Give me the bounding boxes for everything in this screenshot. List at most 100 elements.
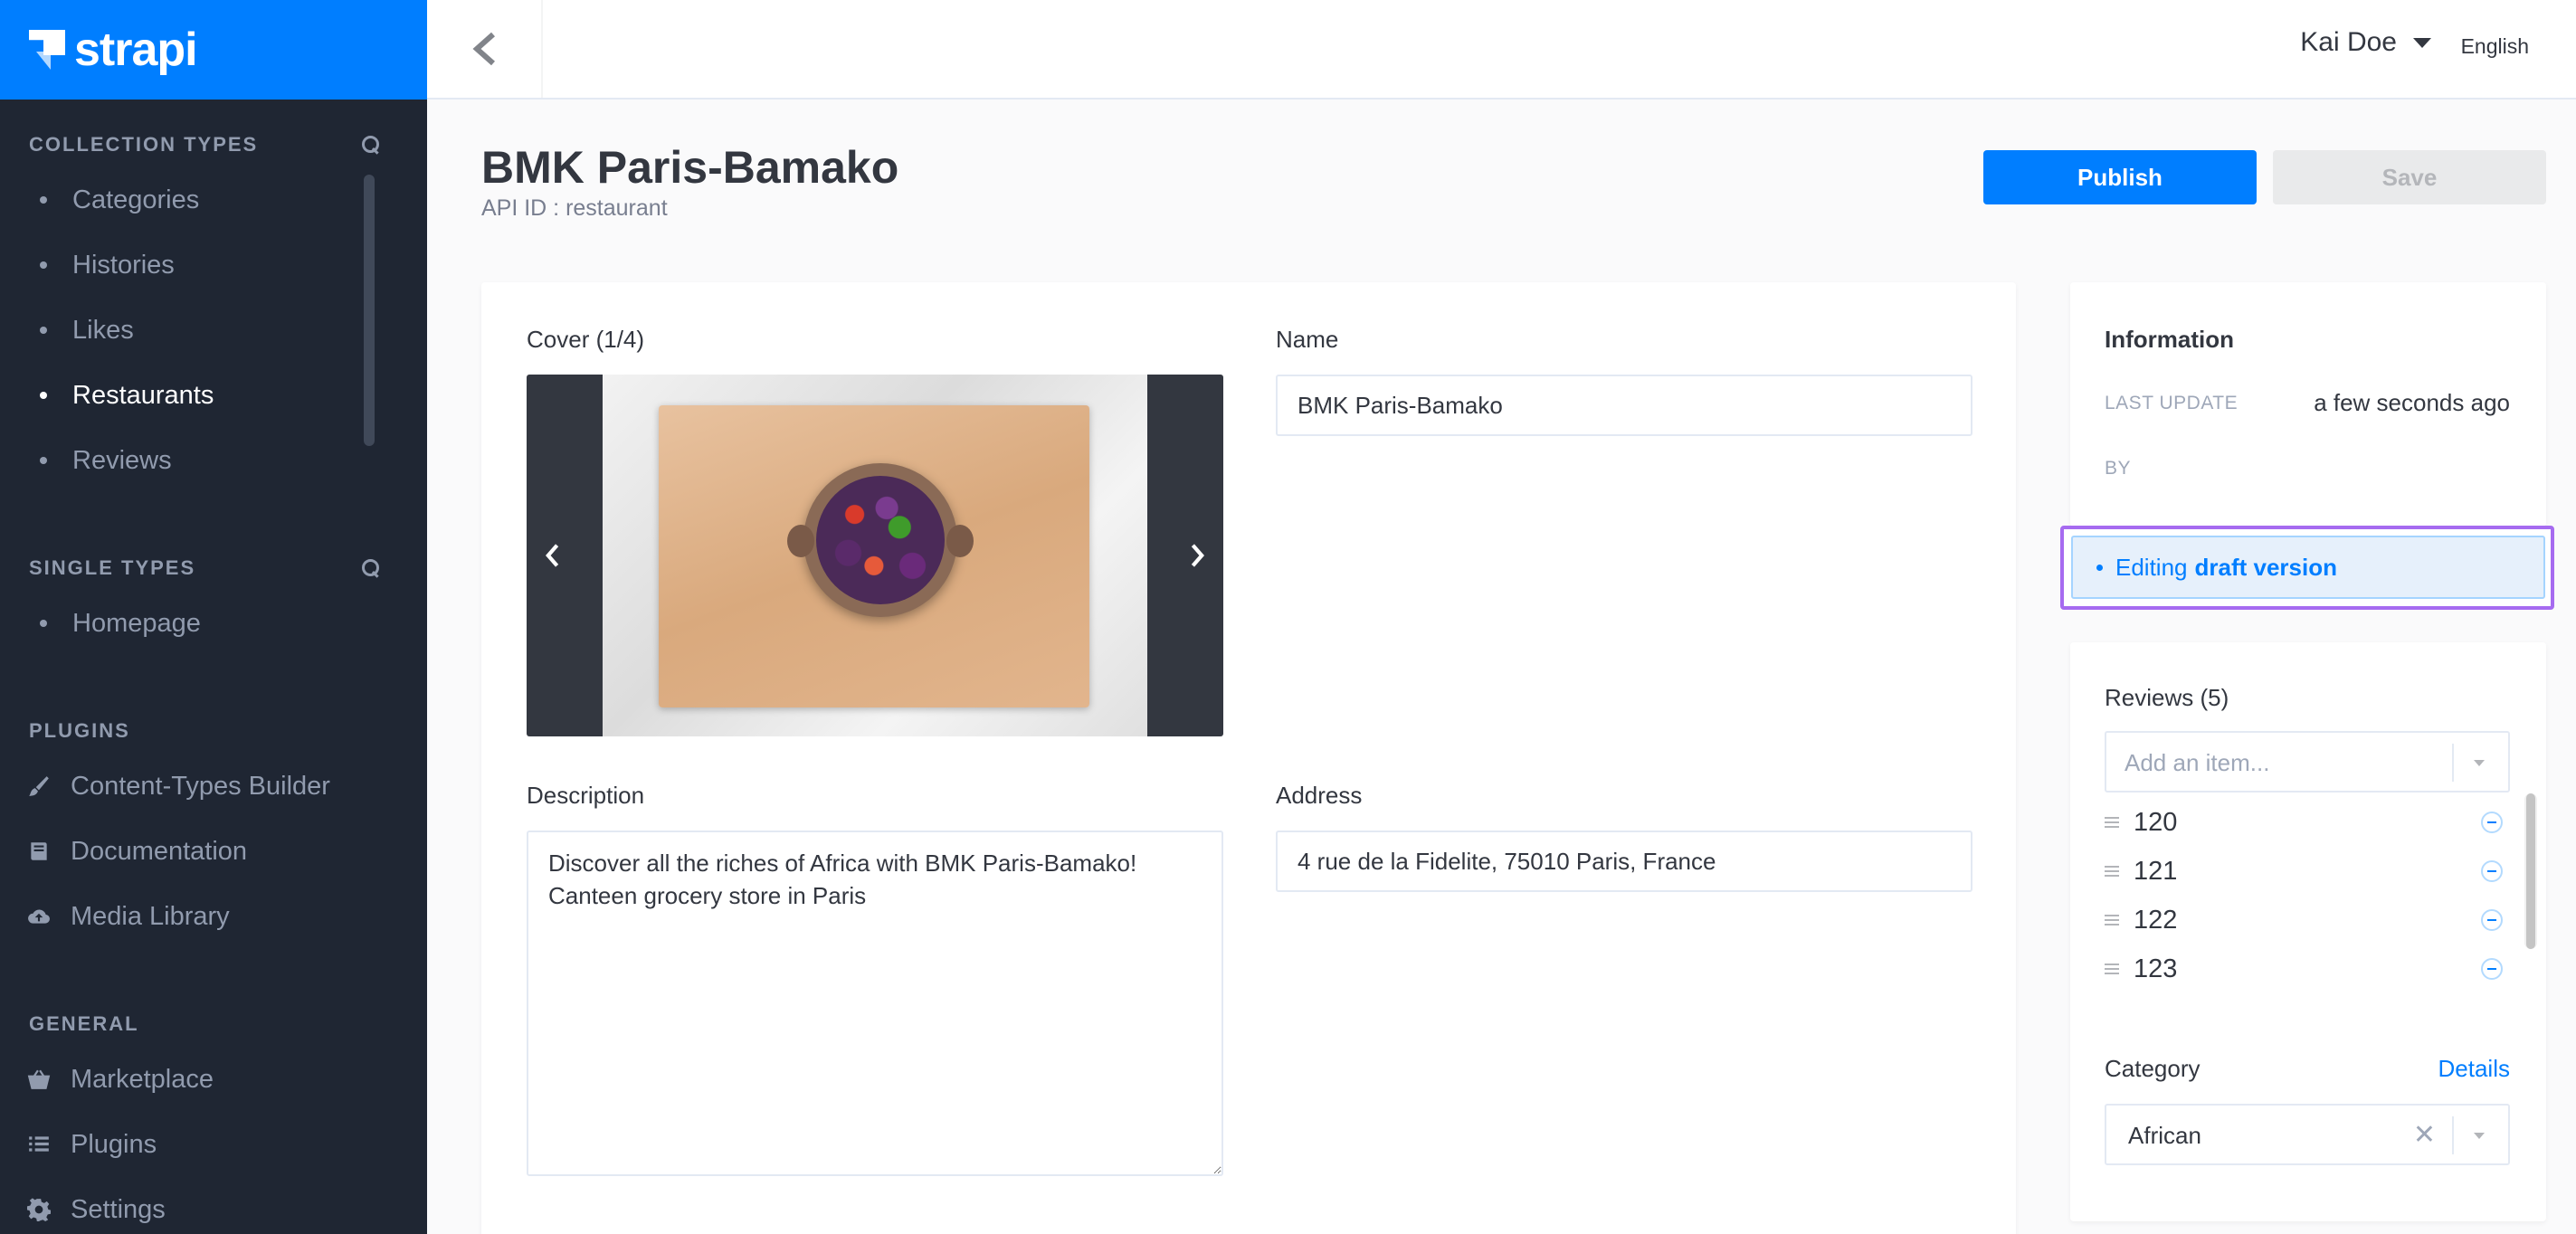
user-menu[interactable]: Kai Doe <box>2300 27 2431 58</box>
page-subtitle: API ID : restaurant <box>481 195 668 221</box>
sidebar-item-homepage[interactable]: Homepage <box>0 591 427 656</box>
review-item-label: 122 <box>2134 905 2178 935</box>
language-switcher[interactable]: English <box>2461 34 2529 59</box>
review-item-label: 123 <box>2134 954 2178 983</box>
review-item-label: 121 <box>2134 856 2178 886</box>
plugins-heading: PLUGINS <box>0 717 427 745</box>
remove-icon[interactable] <box>2481 958 2503 980</box>
remove-icon[interactable] <box>2481 860 2503 882</box>
sidebar-item-label: Documentation <box>71 836 248 866</box>
general-heading: GENERAL <box>0 1011 427 1038</box>
edit-form-card: Cover (1/4) Name BMK Paris-Bamako Descri… <box>481 282 2016 1234</box>
collection-types-heading: COLLECTION TYPES <box>0 131 427 158</box>
bullet-icon <box>40 457 47 464</box>
reviews-scrollbar[interactable] <box>2524 793 2537 949</box>
reviews-select[interactable]: Add an item... <box>2105 731 2510 793</box>
drag-handle-icon[interactable] <box>2105 961 2119 977</box>
sidebar-item-content-types-builder[interactable]: Content-Types Builder <box>0 754 427 819</box>
name-input[interactable]: BMK Paris-Bamako <box>1276 375 1972 436</box>
sidebar-item-media-library[interactable]: Media Library <box>0 884 427 949</box>
single-types-title: SINGLE TYPES <box>29 556 196 579</box>
sidebar-item-documentation[interactable]: Documentation <box>0 819 427 884</box>
address-input[interactable]: 4 rue de la Fidelite, 75010 Paris, Franc… <box>1276 831 1972 892</box>
review-item[interactable]: 123 <box>2105 944 2503 993</box>
category-details-link[interactable]: Details <box>2438 1055 2510 1083</box>
plugins-title: PLUGINS <box>29 719 130 742</box>
clear-icon[interactable]: ✕ <box>2413 1122 2436 1149</box>
review-item[interactable]: 121 <box>2105 847 2503 896</box>
general-title: GENERAL <box>29 1012 139 1035</box>
caret-down-icon <box>2413 37 2431 48</box>
sidebar-item-label: Histories <box>72 250 175 280</box>
drag-handle-icon[interactable] <box>2105 912 2119 928</box>
page-title: BMK Paris-Bamako <box>481 142 899 193</box>
draft-version-text: draft version <box>2194 553 2338 581</box>
sidebar: strapi COLLECTION TYPES Categories Histo… <box>0 0 427 1234</box>
gear-icon <box>27 1198 51 1221</box>
sidebar-item-label: Categories <box>72 185 200 214</box>
address-label: Address <box>1276 782 1363 809</box>
draft-status-badge: Editing draft version <box>2071 536 2545 599</box>
reviews-select-placeholder: Add an item... <box>2124 749 2270 776</box>
back-button[interactable] <box>427 0 543 98</box>
sidebar-item-label: Likes <box>72 315 134 345</box>
sidebar-item-label: Media Library <box>71 901 230 931</box>
category-select[interactable]: African ✕ <box>2105 1104 2510 1165</box>
remove-icon[interactable] <box>2481 909 2503 931</box>
top-header: Kai Doe English <box>427 0 2576 100</box>
bullet-icon <box>40 392 47 399</box>
bullet-icon <box>40 196 47 204</box>
review-item-label: 120 <box>2134 807 2178 837</box>
brand-name: strapi <box>74 24 198 76</box>
sidebar-item-label: Reviews <box>72 445 172 475</box>
book-icon <box>27 840 51 863</box>
single-types-heading: SINGLE TYPES <box>0 555 427 582</box>
plugins-section: PLUGINS Content-Types Builder Documentat… <box>0 717 427 949</box>
bullet-icon <box>2096 564 2103 571</box>
general-section: GENERAL Marketplace Plugins Settings <box>0 1011 427 1234</box>
collection-types-title: COLLECTION TYPES <box>29 133 259 156</box>
cover-label: Cover (1/4) <box>527 326 645 353</box>
publish-button[interactable]: Publish <box>1983 150 2257 204</box>
sidebar-item-settings[interactable]: Settings <box>0 1177 427 1234</box>
strapi-logo-icon <box>29 30 65 70</box>
information-title: Information <box>2105 326 2234 353</box>
sidebar-item-plugins[interactable]: Plugins <box>0 1112 427 1177</box>
save-button[interactable]: Save <box>2273 150 2546 204</box>
drag-handle-icon[interactable] <box>2105 814 2119 831</box>
search-icon[interactable] <box>362 136 380 154</box>
cover-carousel[interactable] <box>527 375 1223 736</box>
carousel-prev-button[interactable] <box>527 521 577 590</box>
sidebar-item-label: Content-Types Builder <box>71 771 330 801</box>
sidebar-item-label: Homepage <box>72 608 201 638</box>
bullet-icon <box>40 261 47 269</box>
last-update-label: LAST UPDATE <box>2105 393 2239 413</box>
bullet-icon <box>40 620 47 627</box>
drag-handle-icon[interactable] <box>2105 863 2119 879</box>
description-textarea[interactable]: Discover all the riches of Africa with B… <box>527 831 1223 1176</box>
review-item[interactable]: 122 <box>2105 896 2503 944</box>
review-item[interactable]: 120 <box>2105 798 2503 847</box>
paintbrush-icon <box>27 774 51 798</box>
carousel-next-button[interactable] <box>1173 521 1223 590</box>
sidebar-scrollbar[interactable] <box>364 175 375 446</box>
chevron-left-icon <box>546 544 559 567</box>
by-label: BY <box>2105 458 2132 479</box>
user-name: Kai Doe <box>2300 27 2397 57</box>
relations-card: Reviews (5) Add an item... 120 121 122 1… <box>2070 642 2546 1221</box>
basket-icon <box>27 1068 51 1091</box>
bullet-icon <box>40 327 47 334</box>
category-label: Category <box>2105 1055 2201 1082</box>
sidebar-item-label: Marketplace <box>71 1064 214 1094</box>
search-icon[interactable] <box>362 559 380 577</box>
cloud-upload-icon <box>27 905 51 928</box>
cover-image <box>603 375 1147 736</box>
name-label: Name <box>1276 326 1339 353</box>
remove-icon[interactable] <box>2481 812 2503 833</box>
sidebar-item-marketplace[interactable]: Marketplace <box>0 1047 427 1112</box>
reviews-label: Reviews (5) <box>2105 684 2229 711</box>
chevron-left-icon <box>472 32 495 66</box>
strapi-logo[interactable]: strapi <box>0 0 427 100</box>
sidebar-item-label: Restaurants <box>72 380 214 410</box>
list-icon <box>27 1133 51 1156</box>
